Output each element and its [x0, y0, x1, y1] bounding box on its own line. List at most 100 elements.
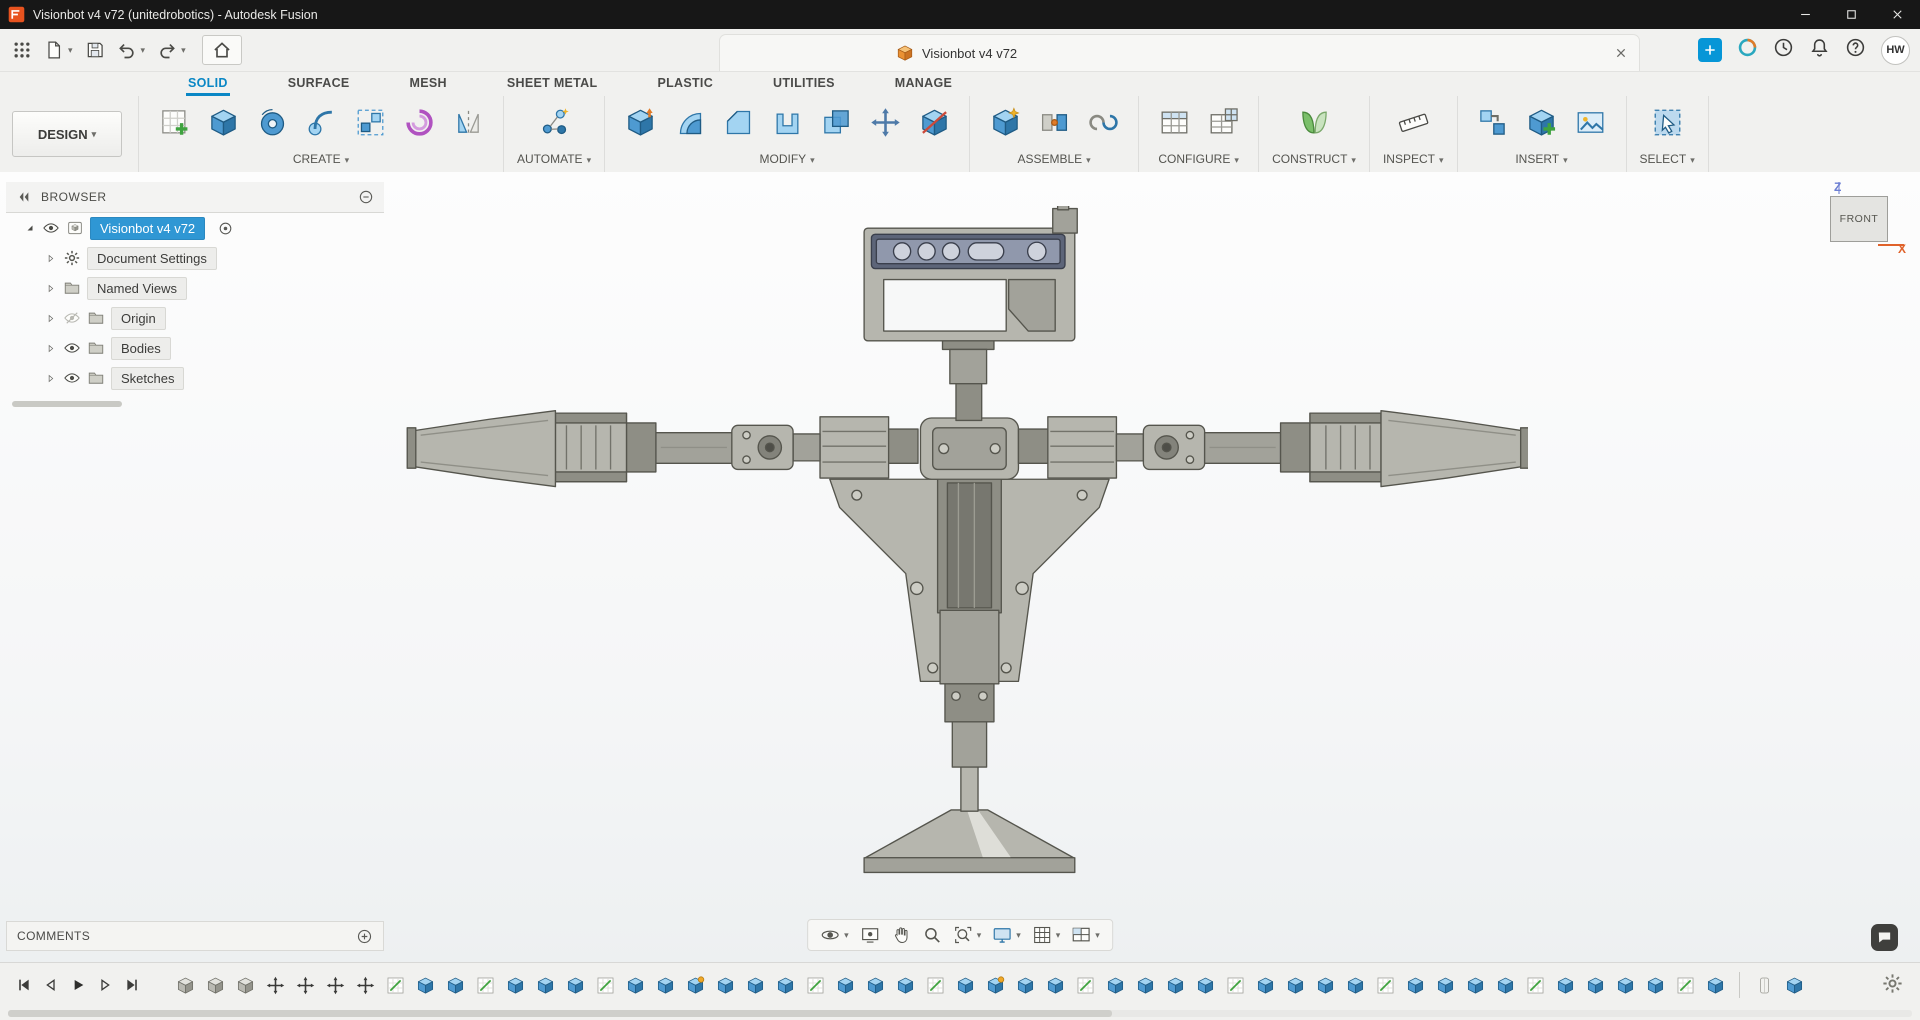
timeline-feature-extrude[interactable] [1784, 974, 1804, 996]
toolbar-group-label-configure[interactable]: CONFIGURE [1152, 152, 1245, 169]
timeline-feature-extrude[interactable] [1015, 974, 1035, 996]
tool-canvas-image-button[interactable] [1569, 101, 1613, 143]
timeline-feature-extrude[interactable] [1645, 974, 1665, 996]
close-button[interactable] [1874, 0, 1920, 29]
job-status-button[interactable] [1773, 37, 1794, 63]
look-at-button[interactable] [857, 923, 883, 947]
timeline-feature-extrude[interactable] [1465, 974, 1485, 996]
caret-right-icon[interactable] [44, 372, 57, 385]
zoom-button[interactable] [919, 923, 945, 947]
browser-node-document-settings[interactable]: Document Settings [6, 243, 384, 273]
user-avatar[interactable]: HW [1881, 36, 1910, 65]
tool-joint-button[interactable] [1032, 101, 1076, 143]
tool-coil-button[interactable] [397, 101, 441, 143]
timeline-feature-extrude[interactable] [1345, 974, 1365, 996]
document-tab[interactable]: Visionbot v4 v72 [719, 34, 1640, 71]
timeline-feature-extrude[interactable] [1105, 974, 1125, 996]
viewcube-front-face[interactable]: FRONT [1830, 196, 1888, 242]
timeline-feature-joint[interactable] [295, 974, 315, 996]
activate-component-target-icon[interactable] [217, 220, 234, 237]
browser-node-root[interactable]: Visionbot v4 v72 [6, 213, 384, 243]
timeline-feature-sketch[interactable] [1375, 974, 1395, 996]
timeline-marker-divider[interactable] [1739, 972, 1740, 998]
tool-shell-button[interactable] [765, 101, 809, 143]
tool-new-sketch-button[interactable] [152, 101, 196, 143]
home-button[interactable] [202, 35, 242, 65]
timeline-feature-sketch[interactable] [1225, 974, 1245, 996]
step-back-button[interactable] [39, 973, 63, 997]
timeline-feature-roll-marker[interactable] [1754, 974, 1774, 996]
timeline-feature-extrude[interactable] [1705, 974, 1725, 996]
timeline-settings-gear-icon[interactable] [1881, 972, 1904, 995]
help-button[interactable] [1845, 37, 1866, 63]
timeline-feature-extrude[interactable] [715, 974, 735, 996]
orbit-button[interactable] [817, 923, 852, 947]
tool-construction-plane-button[interactable] [1292, 101, 1336, 143]
timeline-feature-component[interactable] [235, 974, 255, 996]
ribbon-tab-plastic[interactable]: PLASTIC [655, 76, 715, 96]
caret-right-icon[interactable] [44, 252, 57, 265]
tool-chamfer-button[interactable] [716, 101, 760, 143]
timeline-feature-extrude[interactable] [835, 974, 855, 996]
tool-move-copy-button[interactable] [863, 101, 907, 143]
timeline-feature-sketch[interactable] [475, 974, 495, 996]
timeline-feature-extrude[interactable] [1495, 974, 1515, 996]
timeline-feature-extrude[interactable] [1255, 974, 1275, 996]
timeline-feature-extrude[interactable] [1195, 974, 1215, 996]
maximize-button[interactable] [1828, 0, 1874, 29]
toolbar-group-label-select[interactable]: SELECT [1640, 152, 1695, 169]
timeline-feature-extrude[interactable] [1555, 974, 1575, 996]
toolbar-group-label-automate[interactable]: AUTOMATE [517, 152, 591, 169]
toolbar-group-label-insert[interactable]: INSERT [1471, 152, 1613, 169]
timeline-feature-extrude[interactable] [1405, 974, 1425, 996]
file-button[interactable] [40, 37, 77, 63]
undo-button[interactable] [113, 37, 150, 63]
minimize-button[interactable] [1782, 0, 1828, 29]
grid-settings-button[interactable] [1029, 923, 1064, 947]
timeline-feature-sketch[interactable] [385, 974, 405, 996]
timeline-feature-sketch[interactable] [805, 974, 825, 996]
toolbar-group-label-create[interactable]: CREATE [152, 152, 490, 169]
timeline-feature-extrude[interactable] [1285, 974, 1305, 996]
play-button[interactable] [66, 973, 90, 997]
timeline-feature-extrude[interactable] [955, 974, 975, 996]
toolbar-group-label-construct[interactable]: CONSTRUCT [1272, 152, 1356, 169]
tool-extrude-button[interactable] [201, 101, 245, 143]
viewport-canvas[interactable]: BROWSER Visionbot v4 v72Document Setting… [0, 172, 1920, 963]
tab-close-icon[interactable] [1613, 45, 1629, 61]
minimize-panel-icon[interactable] [358, 189, 374, 205]
tool-mirror-button[interactable] [446, 101, 490, 143]
apps-grid-button[interactable] [8, 37, 36, 63]
go-to-end-button[interactable] [120, 973, 144, 997]
fusion-badge-button[interactable] [1737, 37, 1758, 63]
timeline-feature-extrude[interactable] [1615, 974, 1635, 996]
timeline-feature-sketch[interactable] [925, 974, 945, 996]
browser-node-bodies[interactable]: Bodies [6, 333, 384, 363]
browser-node-origin[interactable]: Origin [6, 303, 384, 333]
ribbon-tab-solid[interactable]: SOLID [186, 76, 230, 96]
timeline-scrollbar-thumb[interactable] [8, 1010, 1112, 1017]
timeline-feature-sketch[interactable] [1525, 974, 1545, 996]
timeline-feature-joint[interactable] [325, 974, 345, 996]
viewcube[interactable]: Z FRONT X [1808, 180, 1908, 292]
ribbon-tab-utilities[interactable]: UTILITIES [771, 76, 837, 96]
ribbon-tab-manage[interactable]: MANAGE [893, 76, 954, 96]
ribbon-tab-mesh[interactable]: MESH [408, 76, 449, 96]
redo-button[interactable] [153, 37, 190, 63]
toolbar-group-label-inspect[interactable]: INSPECT [1383, 152, 1444, 169]
caret-right-icon[interactable] [44, 312, 57, 325]
fit-button[interactable] [950, 923, 985, 947]
caret-right-icon[interactable] [44, 342, 57, 355]
timeline-feature-extrude[interactable] [745, 974, 765, 996]
viewcube-axis-x[interactable]: X [1898, 242, 1906, 256]
assistant-button[interactable] [1871, 924, 1898, 951]
ribbon-tab-sheet-metal[interactable]: SHEET METAL [505, 76, 600, 96]
notifications-button[interactable] [1809, 37, 1830, 63]
timeline-feature-extrude[interactable] [655, 974, 675, 996]
tool-insert-mesh-button[interactable] [1520, 101, 1564, 143]
eye-icon[interactable] [63, 369, 81, 387]
timeline-feature-joint[interactable] [265, 974, 285, 996]
tool-revolve-button[interactable] [250, 101, 294, 143]
tool-new-component-button[interactable] [983, 101, 1027, 143]
timeline-feature-extrude[interactable] [775, 974, 795, 996]
